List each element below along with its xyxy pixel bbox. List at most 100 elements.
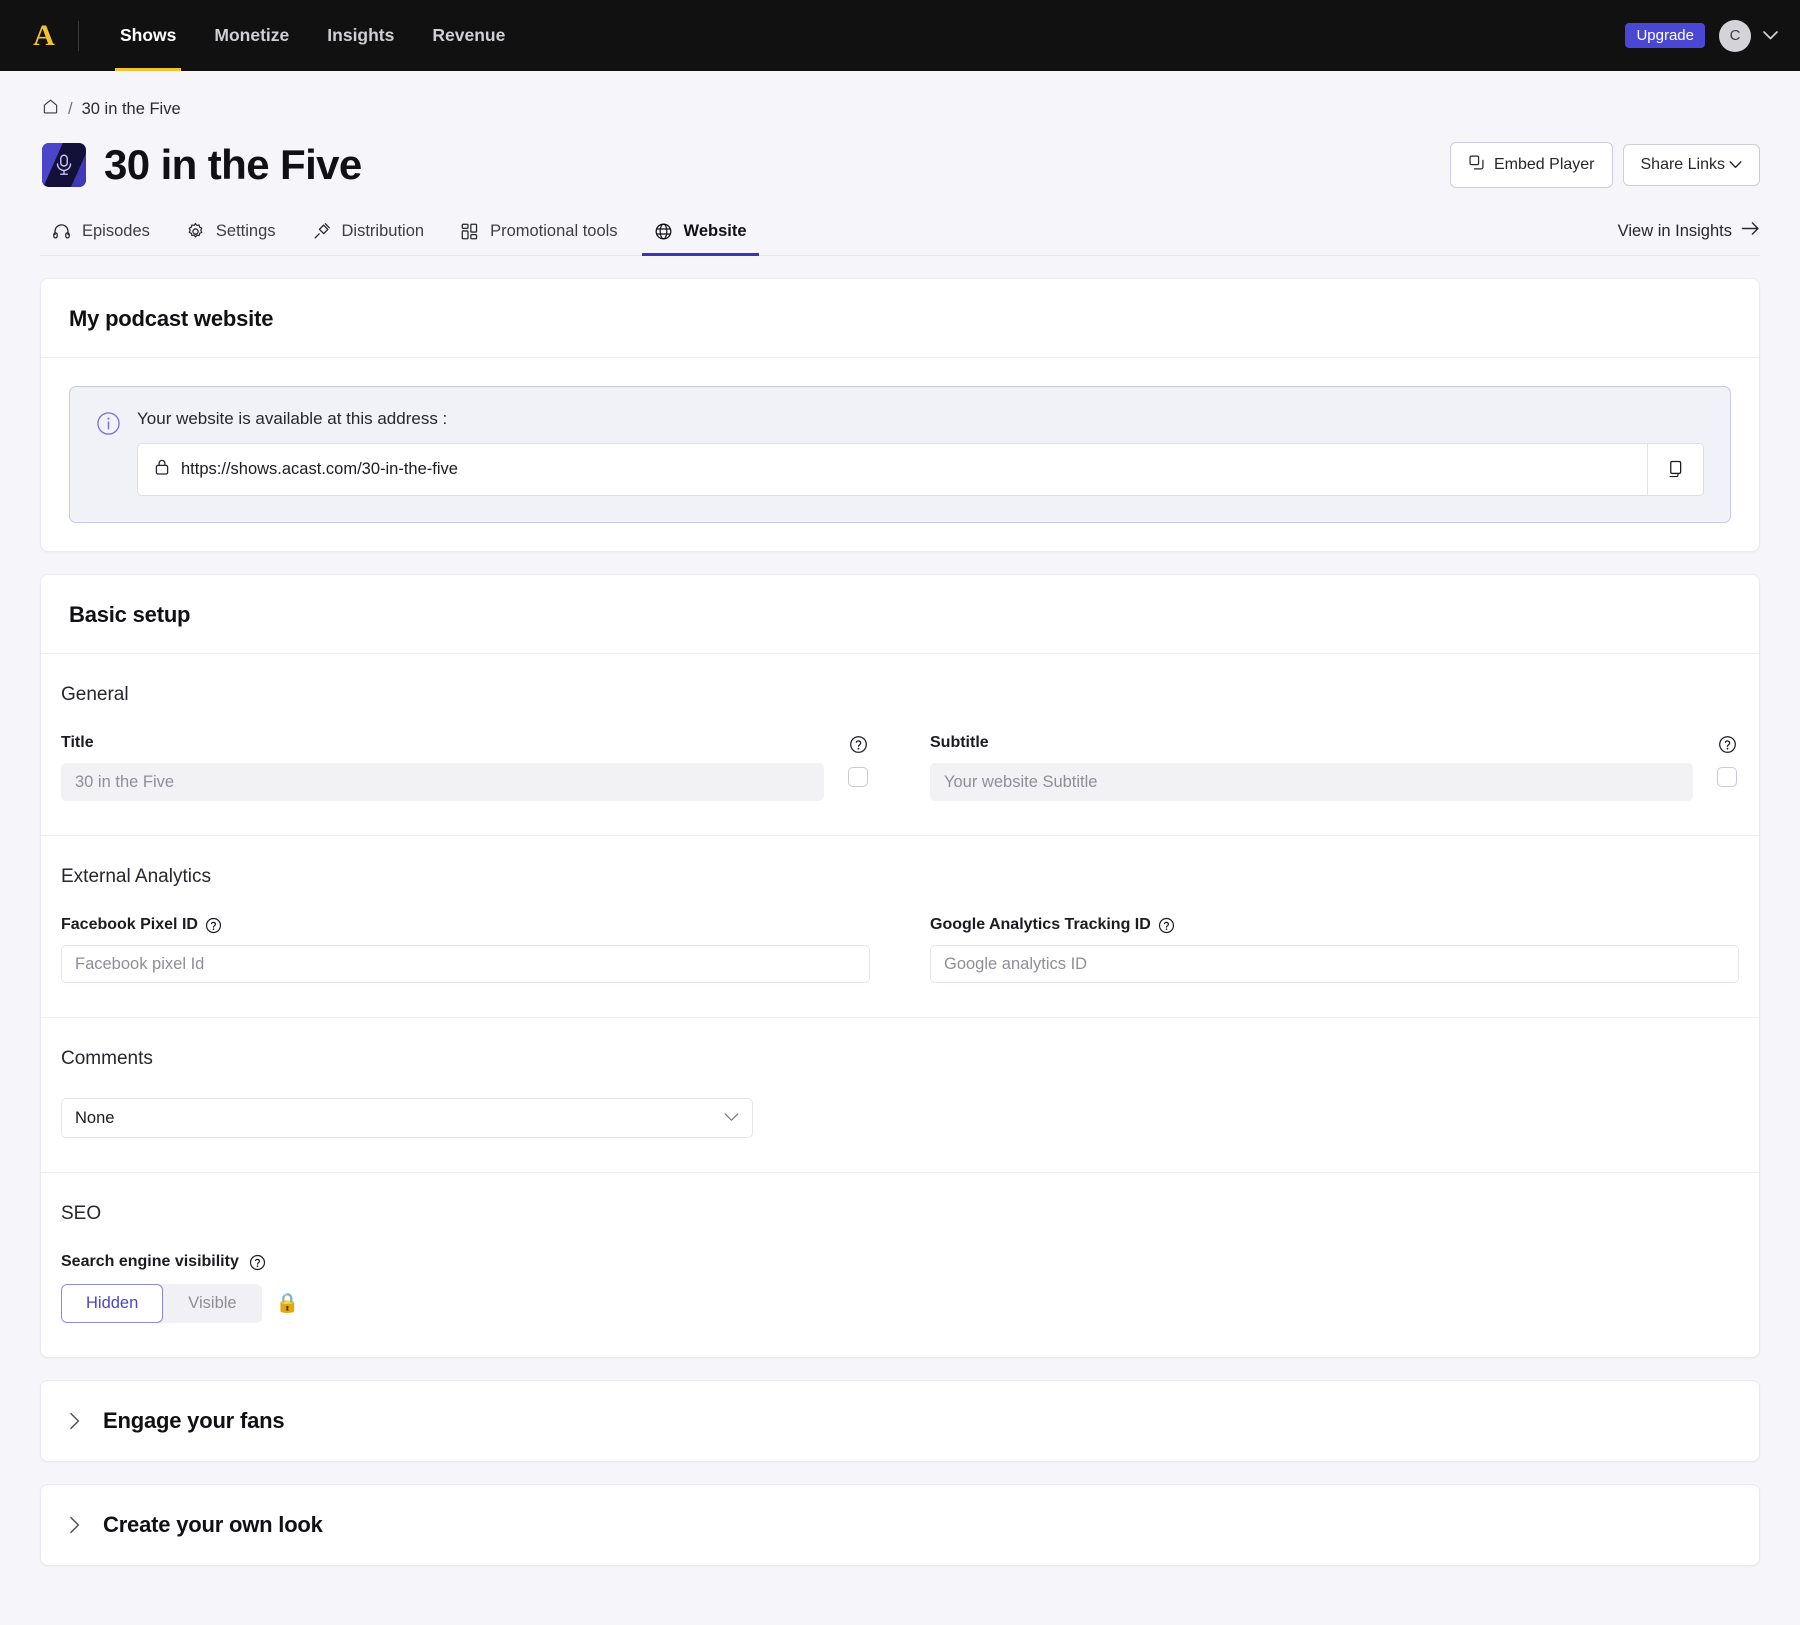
comments-heading: Comments — [61, 1048, 1739, 1070]
show-header: 30 in the Five Embed Player Share Links — [40, 120, 1760, 188]
facebook-pixel-field-group: Facebook Pixel ID — [61, 916, 870, 983]
embed-icon — [1468, 154, 1485, 176]
embed-player-button[interactable]: Embed Player — [1450, 142, 1613, 188]
lock-icon — [154, 458, 170, 481]
google-analytics-label: Google Analytics Tracking ID — [930, 916, 1739, 934]
chevron-right-icon — [69, 1516, 81, 1534]
subtitle-field-group: Subtitle — [930, 734, 1739, 801]
show-artwork[interactable] — [42, 143, 86, 187]
nav-item-monetize[interactable]: Monetize — [195, 0, 308, 71]
tab-promotional-tools-label: Promotional tools — [490, 222, 617, 241]
create-your-own-look-section[interactable]: Create your own look — [40, 1484, 1760, 1566]
my-podcast-website-card: My podcast website Your website is avail… — [40, 278, 1760, 552]
website-url-field[interactable]: https://shows.acast.com/30-in-the-five — [138, 444, 1647, 495]
website-url-row: https://shows.acast.com/30-in-the-five — [137, 443, 1704, 496]
title-input[interactable] — [61, 763, 824, 801]
visibility-option-hidden[interactable]: Hidden — [61, 1284, 163, 1323]
tab-website-label: Website — [684, 222, 747, 241]
subtitle-help-icon[interactable] — [1718, 735, 1737, 754]
tab-distribution[interactable]: Distribution — [294, 212, 443, 255]
seo-help-icon[interactable] — [249, 1254, 266, 1271]
title-help-icon[interactable] — [849, 735, 868, 754]
seo-heading: SEO — [61, 1203, 1739, 1225]
google-analytics-label-text: Google Analytics Tracking ID — [930, 916, 1151, 934]
comments-select[interactable]: None — [61, 1098, 753, 1138]
nav-item-monetize-label: Monetize — [214, 25, 289, 46]
website-address-infobox: Your website is available at this addres… — [69, 386, 1731, 523]
top-navigation-bar: A Shows Monetize Insights Revenue Upgrad… — [0, 0, 1800, 71]
general-section: General Title — [41, 654, 1759, 835]
chevron-down-icon — [1729, 156, 1742, 174]
top-nav-items: Shows Monetize Insights Revenue — [101, 0, 524, 71]
website-address-text: Your website is available at this addres… — [137, 409, 1704, 429]
title-field-label: Title — [61, 734, 824, 752]
info-circle-icon — [96, 411, 121, 496]
visibility-option-visible[interactable]: Visible — [163, 1284, 261, 1323]
search-engine-visibility-controls: Hidden Visible 🔒 — [61, 1284, 1739, 1323]
grid-icon — [460, 222, 479, 241]
view-in-insights-link[interactable]: View in Insights — [1618, 221, 1760, 255]
subtitle-input[interactable] — [930, 763, 1693, 801]
show-header-actions: Embed Player Share Links — [1450, 142, 1760, 188]
visibility-segmented-control: Hidden Visible — [61, 1284, 262, 1323]
embed-player-label: Embed Player — [1494, 156, 1595, 174]
nav-item-revenue[interactable]: Revenue — [413, 0, 524, 71]
breadcrumb-separator: / — [68, 100, 73, 119]
basic-setup-card: Basic setup General Title — [40, 574, 1760, 1358]
nav-item-shows-label: Shows — [120, 25, 176, 46]
breadcrumb: / 30 in the Five — [40, 71, 1760, 120]
breadcrumb-current[interactable]: 30 in the Five — [82, 100, 181, 119]
tab-settings[interactable]: Settings — [168, 212, 294, 255]
tab-settings-label: Settings — [216, 222, 276, 241]
nav-divider — [78, 21, 79, 51]
search-engine-visibility-label-text: Search engine visibility — [61, 1253, 239, 1271]
copy-icon — [1666, 459, 1685, 481]
chevron-right-icon — [69, 1412, 81, 1430]
external-analytics-heading: External Analytics — [61, 866, 1739, 888]
basic-setup-title: Basic setup — [41, 575, 1759, 654]
tab-website[interactable]: Website — [636, 212, 765, 255]
external-analytics-section: External Analytics Facebook Pixel ID — [41, 835, 1759, 1017]
tab-promotional-tools[interactable]: Promotional tools — [442, 212, 635, 255]
microphone-icon — [51, 152, 77, 178]
comments-section: Comments None — [41, 1017, 1759, 1172]
create-your-own-look-title: Create your own look — [103, 1512, 323, 1538]
website-url-value: https://shows.acast.com/30-in-the-five — [181, 460, 458, 479]
show-tabs: Episodes Settings Distribution — [40, 212, 1760, 256]
title-checkbox[interactable] — [848, 767, 868, 787]
gear-icon — [186, 222, 205, 241]
view-in-insights-label: View in Insights — [1618, 222, 1732, 241]
facebook-pixel-input[interactable] — [61, 945, 870, 983]
avatar[interactable]: C — [1719, 20, 1751, 52]
engage-your-fans-title: Engage your fans — [103, 1408, 284, 1434]
subtitle-checkbox[interactable] — [1717, 767, 1737, 787]
upgrade-button[interactable]: Upgrade — [1625, 23, 1705, 48]
facebook-pixel-help-icon[interactable] — [205, 917, 222, 934]
search-engine-visibility-label: Search engine visibility — [61, 1253, 1739, 1271]
acast-logo-icon[interactable]: A — [22, 14, 66, 58]
headphones-icon — [52, 222, 71, 241]
nav-item-insights[interactable]: Insights — [308, 0, 413, 71]
tab-episodes[interactable]: Episodes — [42, 212, 168, 255]
facebook-pixel-label: Facebook Pixel ID — [61, 916, 870, 934]
lock-emoji-icon: 🔒 — [276, 1294, 300, 1313]
engage-your-fans-section[interactable]: Engage your fans — [40, 1380, 1760, 1462]
nav-item-shows[interactable]: Shows — [101, 0, 195, 71]
title-field-group: Title — [61, 734, 870, 801]
share-links-label: Share Links — [1641, 156, 1726, 174]
nav-item-insights-label: Insights — [327, 25, 394, 46]
avatar-initial: C — [1730, 27, 1741, 44]
share-links-button[interactable]: Share Links — [1623, 144, 1761, 186]
tab-episodes-label: Episodes — [82, 222, 150, 241]
my-podcast-website-title: My podcast website — [41, 279, 1759, 358]
nav-item-revenue-label: Revenue — [432, 25, 505, 46]
google-analytics-input[interactable] — [930, 945, 1739, 983]
home-icon[interactable] — [42, 98, 59, 120]
subtitle-field-label: Subtitle — [930, 734, 1693, 752]
google-analytics-help-icon[interactable] — [1158, 917, 1175, 934]
comments-select-wrap: None — [61, 1098, 753, 1138]
chevron-down-icon[interactable] — [1763, 27, 1778, 44]
google-analytics-field-group: Google Analytics Tracking ID — [930, 916, 1739, 983]
tab-distribution-label: Distribution — [342, 222, 425, 241]
copy-url-button[interactable] — [1647, 444, 1703, 495]
